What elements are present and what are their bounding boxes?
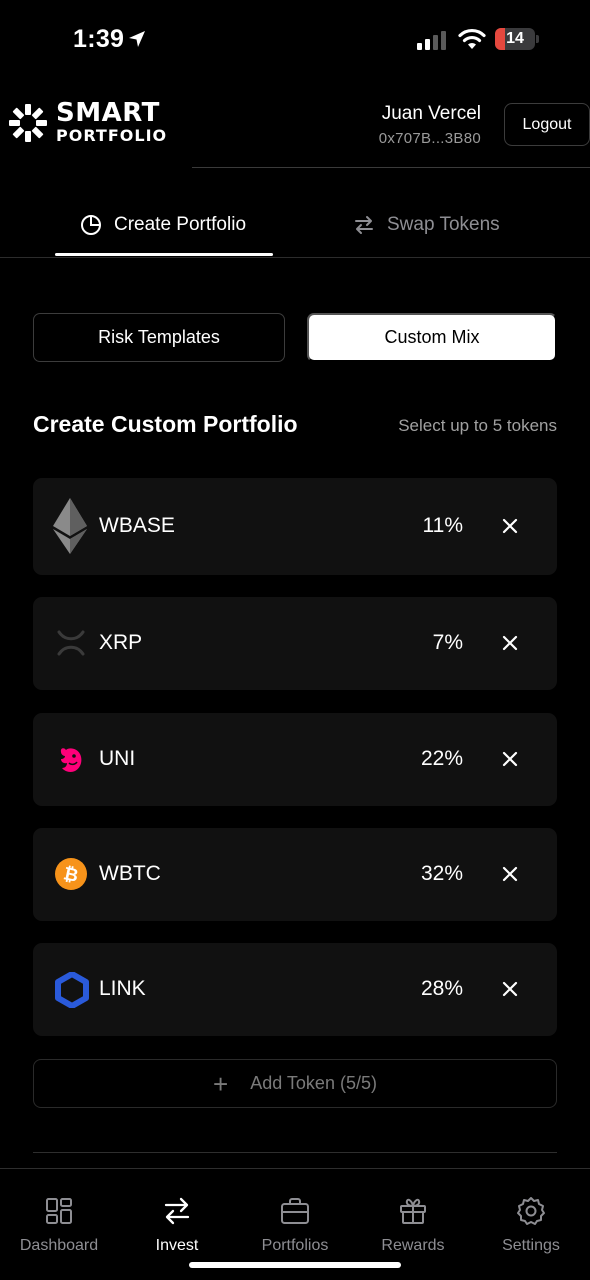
cellular-signal-icon (417, 31, 446, 50)
tab-label: Swap Tokens (387, 214, 500, 235)
close-icon (502, 981, 518, 997)
battery-level: 14 (506, 30, 524, 47)
logout-button[interactable]: Logout (504, 103, 590, 146)
token-percent[interactable]: 7% (433, 631, 463, 655)
user-name: Juan Vercel (381, 103, 481, 124)
token-percent[interactable]: 32% (421, 862, 463, 886)
nav-settings[interactable]: Settings (472, 1195, 590, 1255)
tab-create-portfolio[interactable]: Create Portfolio (80, 205, 246, 245)
nav-label: Invest (155, 1237, 199, 1254)
token-name: XRP (99, 631, 143, 654)
custom-mix-button[interactable]: Custom Mix (307, 313, 557, 362)
token-name: LINK (99, 977, 146, 1000)
add-token-button[interactable]: + Add Token (5/5) (33, 1059, 557, 1108)
battery-indicator: 14 (495, 28, 539, 50)
nav-portfolios[interactable]: Portfolios (236, 1195, 354, 1255)
close-icon (502, 866, 518, 882)
close-icon (502, 751, 518, 767)
token-row-link: LINK 28% (33, 943, 557, 1036)
nav-label: Rewards (381, 1237, 445, 1254)
close-icon (502, 518, 518, 534)
token-percent[interactable]: 11% (423, 514, 463, 538)
plus-icon: + (213, 1068, 229, 1099)
tab-swap-tokens[interactable]: Swap Tokens (353, 205, 500, 245)
logo-line1: SMART (56, 98, 160, 128)
tab-label: Create Portfolio (114, 214, 247, 235)
grid-icon (46, 1198, 72, 1224)
add-token-label: Add Token (5/5) (250, 1073, 377, 1093)
gift-icon (400, 1198, 426, 1224)
token-name: UNI (99, 747, 136, 770)
section-title: Create Custom Portfolio (33, 411, 298, 437)
xrp-icon (57, 630, 85, 656)
remove-token-button[interactable] (495, 511, 525, 541)
brand-logo: SMART PORTFOLIO (56, 100, 167, 144)
token-name: WBTC (99, 862, 161, 885)
swap-arrows-icon (355, 216, 373, 234)
ethereum-icon (53, 498, 87, 554)
remove-token-button[interactable] (495, 974, 525, 1004)
header-divider (192, 167, 590, 168)
active-tab-indicator (55, 253, 273, 256)
wifi-icon (458, 28, 486, 49)
section-hint: Select up to 5 tokens (398, 416, 557, 435)
remove-token-button[interactable] (495, 744, 525, 774)
logo-icon (9, 104, 47, 142)
nav-invest[interactable]: Invest (118, 1195, 236, 1255)
close-icon (502, 635, 518, 651)
chainlink-icon (55, 972, 89, 1008)
nav-rewards[interactable]: Rewards (354, 1195, 472, 1255)
bitcoin-icon: ₿ (55, 858, 87, 890)
token-percent[interactable]: 22% (421, 747, 463, 771)
status-time: 1:39 (73, 25, 125, 53)
risk-templates-button[interactable]: Risk Templates (33, 313, 285, 362)
token-row-xrp: XRP 7% (33, 597, 557, 690)
tabs-divider (0, 257, 590, 258)
wallet-address: 0x707B...3B80 (378, 130, 481, 147)
nav-label: Settings (502, 1237, 560, 1254)
uniswap-icon (60, 748, 82, 772)
logo-line2: PORTFOLIO (56, 126, 168, 145)
token-percent[interactable]: 28% (421, 977, 463, 1001)
home-indicator (189, 1262, 401, 1268)
status-bar: 1:39 14 (0, 0, 590, 80)
token-row-uni: UNI 22% (33, 713, 557, 806)
token-row-wbase: WBASE 11% (33, 478, 557, 575)
nav-label: Portfolios (261, 1237, 329, 1254)
briefcase-icon (281, 1198, 309, 1224)
swap-arrows-icon (164, 1197, 190, 1225)
remove-token-button[interactable] (495, 628, 525, 658)
content-divider (33, 1152, 557, 1153)
token-name: WBASE (99, 514, 175, 537)
nav-dashboard[interactable]: Dashboard (0, 1195, 118, 1255)
gear-icon (517, 1197, 545, 1225)
pie-chart-icon (81, 215, 101, 235)
token-row-wbtc: ₿ WBTC 32% (33, 828, 557, 921)
remove-token-button[interactable] (495, 859, 525, 889)
nav-label: Dashboard (19, 1237, 99, 1254)
location-arrow-icon (129, 31, 145, 47)
